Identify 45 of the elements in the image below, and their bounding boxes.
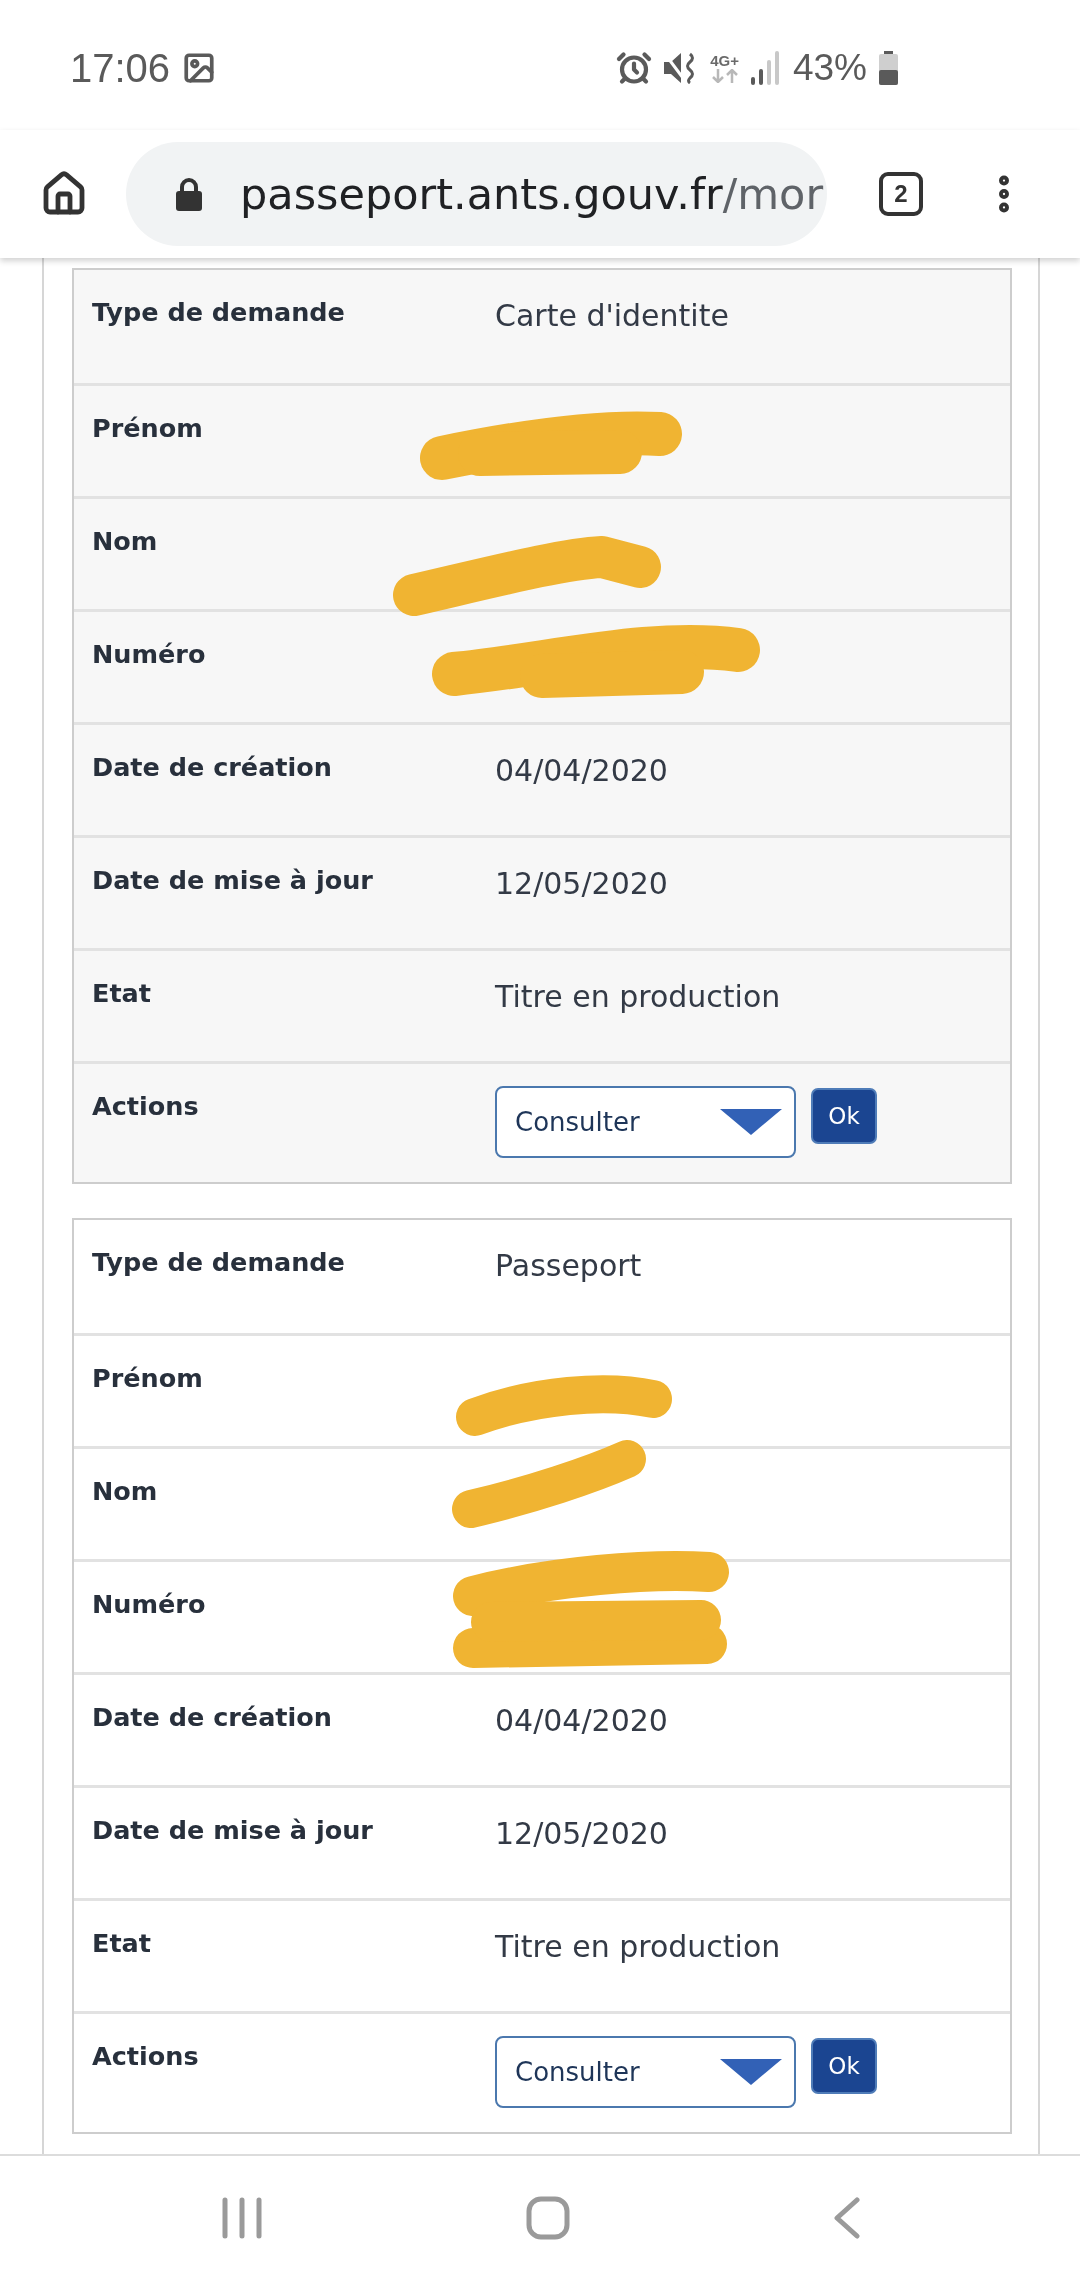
- field-label: Numéro: [92, 1588, 206, 1619]
- field-label: Date de mise à jour: [92, 1814, 373, 1845]
- field-value: 12/05/2020: [495, 1815, 668, 1851]
- field-value: Passeport: [495, 1247, 642, 1283]
- field-label: Numéro: [92, 638, 206, 669]
- ok-button[interactable]: Ok: [811, 2038, 877, 2094]
- field-value: Carte d'identite: [495, 297, 729, 333]
- home-button-icon[interactable]: [526, 2196, 570, 2240]
- field-label: Nom: [92, 1475, 158, 1506]
- field-label: Type de demande: [92, 1246, 345, 1277]
- field-value: 04/04/2020: [495, 752, 668, 788]
- tab-count-button[interactable]: 2: [879, 172, 923, 216]
- caret-icon: [720, 2059, 782, 2085]
- field-label: Etat: [92, 1927, 151, 1958]
- gallery-icon: [182, 51, 217, 85]
- recent-apps-icon[interactable]: [222, 2197, 262, 2239]
- field-value: 04/04/2020: [495, 1702, 668, 1738]
- action-select[interactable]: Consulter: [495, 1086, 796, 1158]
- signal-icon: [750, 51, 781, 85]
- field-value: Titre en production: [495, 1928, 781, 1964]
- battery-icon: [879, 51, 898, 85]
- lock-icon: [176, 177, 202, 211]
- field-label: Actions: [92, 1090, 199, 1121]
- field-label: Date de mise à jour: [92, 864, 373, 895]
- field-label: Type de demande: [92, 296, 345, 327]
- field-label: Nom: [92, 525, 158, 556]
- status-time: 17:06: [70, 45, 171, 91]
- field-label: Prénom: [92, 1362, 203, 1393]
- field-value: Titre en production: [495, 978, 781, 1014]
- field-label: Actions: [92, 2040, 199, 2071]
- field-label: Prénom: [92, 412, 203, 443]
- network-type: 4G+: [710, 53, 739, 69]
- field-label: Date de création: [92, 751, 332, 782]
- alarm-icon: [616, 50, 653, 86]
- battery-percent: 43%: [792, 47, 867, 89]
- back-icon[interactable]: [834, 2197, 860, 2239]
- address-bar[interactable]: passeport.ants.gouv.fr/mor: [126, 142, 827, 246]
- field-value: 12/05/2020: [495, 865, 668, 901]
- field-label: Etat: [92, 977, 151, 1008]
- field-label: Date de création: [92, 1701, 332, 1732]
- ok-button[interactable]: Ok: [811, 1088, 877, 1144]
- caret-icon: [720, 1109, 782, 1135]
- data-arrows-icon: [711, 69, 738, 83]
- url-text: passeport.ants.gouv.fr/mor: [240, 169, 824, 219]
- action-select[interactable]: Consulter: [495, 2036, 796, 2108]
